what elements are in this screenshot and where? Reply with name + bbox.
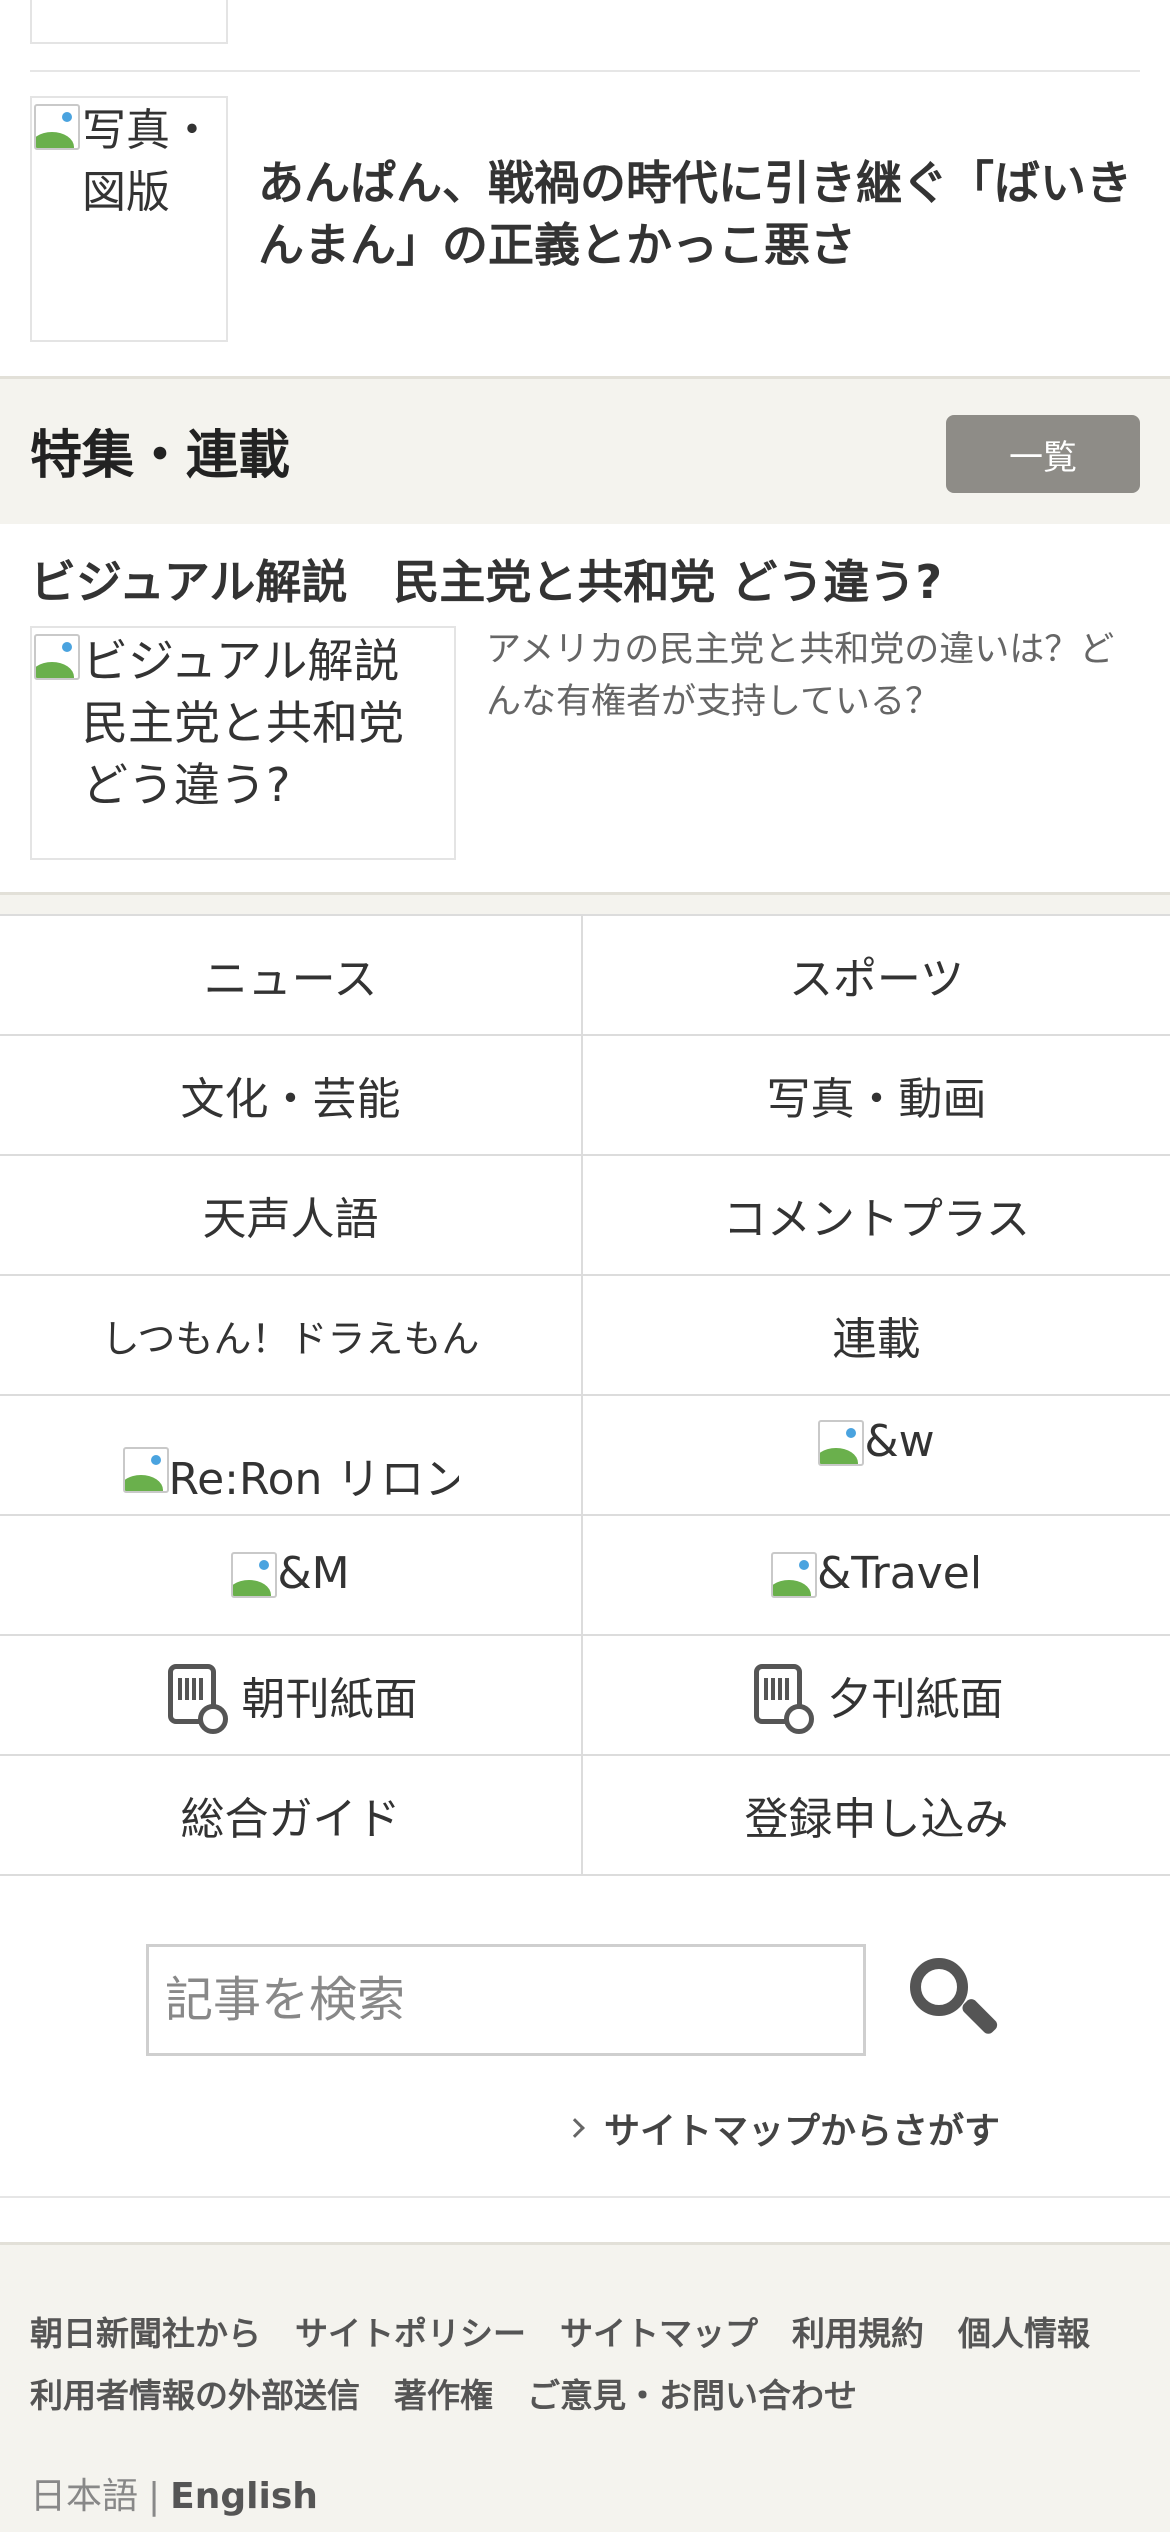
footer-links: 朝日新聞社から サイトポリシー サイトマップ 利用規約 個人情報利用者情報の外部送信 著作… bbox=[30, 2303, 1150, 2427]
search-icon[interactable] bbox=[908, 1956, 1000, 2044]
reron-logo-alt: Re:Ron リロン bbox=[168, 1454, 459, 1505]
article-thumbnail-alt: 写真・図版 bbox=[82, 105, 214, 218]
reron-logo: Re:Ron リロン bbox=[122, 1443, 459, 1507]
evening-paper-icon bbox=[750, 1662, 814, 1734]
footer-link-company[interactable]: 朝日新聞社から bbox=[30, 2314, 261, 2353]
broken-image-icon bbox=[34, 634, 80, 680]
and-w-logo: &w bbox=[818, 1415, 935, 1467]
sitemap-search-link[interactable]: サイトマップからさがす bbox=[565, 2102, 1001, 2154]
footer-link-sitemap[interactable]: サイトマップ bbox=[560, 2314, 758, 2353]
previous-article-thumbnail[interactable] bbox=[30, 0, 228, 44]
footer-link-copyright[interactable]: 著作権 bbox=[394, 2376, 493, 2415]
nav-comment-plus[interactable]: コメントプラス bbox=[583, 1156, 1170, 1276]
footer-link-terms[interactable]: 利用規約 bbox=[792, 2314, 924, 2353]
feature-section-header: 特集・連載 一覧 bbox=[0, 376, 1170, 524]
nav-reron[interactable]: Re:Ron リロン bbox=[0, 1396, 583, 1516]
nav-doraemon[interactable]: しつもん！ドラえもん bbox=[0, 1276, 583, 1396]
divider bbox=[30, 70, 1140, 72]
and-m-logo-alt: &M bbox=[277, 1547, 350, 1599]
section-separator bbox=[0, 892, 1170, 914]
broken-image-icon bbox=[34, 104, 80, 150]
nav-register[interactable]: 登録申し込み bbox=[583, 1756, 1170, 1876]
nav-evening-paper[interactable]: 夕刊紙面 bbox=[583, 1636, 1170, 1756]
nav-morning-paper-label: 朝刊紙面 bbox=[241, 1674, 418, 1725]
nav-news[interactable]: ニュース bbox=[0, 916, 583, 1036]
lang-separator: | bbox=[148, 2476, 161, 2517]
feature-list-button[interactable]: 一覧 bbox=[946, 415, 1140, 493]
category-nav-grid: ニュース スポーツ 文化・芸能 写真・動画 天声人語 コメントプラス しつもん！… bbox=[0, 914, 1170, 1876]
article-item[interactable]: 写真・図版 あんぱん、戦禍の時代に引き継ぐ「ばいきんまん」の正義とかっこ悪さ bbox=[30, 96, 1140, 342]
sitemap-search-label: サイトマップからさがす bbox=[604, 2111, 1001, 2152]
search-input[interactable] bbox=[146, 1944, 866, 2056]
nav-photo-video[interactable]: 写真・動画 bbox=[583, 1036, 1170, 1156]
footer-link-contact[interactable]: ご意見・お問い合わせ bbox=[527, 2376, 857, 2415]
footer-link-privacy[interactable]: 個人情報 bbox=[958, 2314, 1090, 2353]
nav-tensei-jingo[interactable]: 天声人語 bbox=[0, 1156, 583, 1276]
and-w-logo-alt: &w bbox=[864, 1415, 935, 1467]
chevron-right-icon bbox=[565, 2118, 585, 2138]
feature-item[interactable]: ビジュアル解説 民主党と共和党 どう違う? ビジュアル解説 民主党と共和党 どう… bbox=[0, 524, 1170, 896]
nav-and-travel[interactable]: &Travel bbox=[583, 1516, 1170, 1636]
article-title[interactable]: あんぱん、戦禍の時代に引き継ぐ「ばいきんまん」の正義とかっこ悪さ bbox=[258, 152, 1158, 276]
footer-link-site-policy[interactable]: サイトポリシー bbox=[295, 2314, 526, 2353]
article-thumbnail[interactable]: 写真・図版 bbox=[30, 96, 228, 342]
feature-title[interactable]: ビジュアル解説 民主党と共和党 どう違う? bbox=[30, 546, 942, 612]
lang-english[interactable]: English bbox=[170, 2476, 318, 2517]
nav-culture[interactable]: 文化・芸能 bbox=[0, 1036, 583, 1156]
nav-guide[interactable]: 総合ガイド bbox=[0, 1756, 583, 1876]
nav-and-m[interactable]: &M bbox=[0, 1516, 583, 1636]
broken-image-icon bbox=[770, 1551, 817, 1598]
feature-description: アメリカの民主党と共和党の違いは？どんな有権者が支持している？ bbox=[486, 630, 1115, 722]
nav-serial[interactable]: 連載 bbox=[583, 1276, 1170, 1396]
broken-image-icon bbox=[122, 1447, 169, 1493]
nav-evening-paper-label: 夕刊紙面 bbox=[827, 1674, 1004, 1725]
language-switcher: 日本語 | English bbox=[30, 2467, 318, 2519]
nav-morning-paper[interactable]: 朝刊紙面 bbox=[0, 1636, 583, 1756]
search-area: サイトマップからさがす bbox=[0, 1874, 1170, 2198]
nav-sports[interactable]: スポーツ bbox=[583, 916, 1170, 1036]
morning-paper-icon bbox=[164, 1662, 228, 1734]
broken-image-icon bbox=[231, 1551, 278, 1598]
feature-section-title: 特集・連載 bbox=[30, 426, 291, 486]
nav-and-w[interactable]: &w bbox=[583, 1396, 1170, 1516]
and-travel-logo-alt: &Travel bbox=[816, 1547, 983, 1599]
feature-thumbnail-alt: ビジュアル解説 民主党と共和党 どう違う? bbox=[82, 634, 446, 812]
broken-image-icon bbox=[818, 1419, 865, 1466]
and-m-logo: &M bbox=[231, 1547, 350, 1599]
footer-link-external-transmission[interactable]: 利用者情報の外部送信 bbox=[30, 2376, 360, 2415]
footer: 朝日新聞社から サイトポリシー サイトマップ 利用規約 個人情報利用者情報の外部送信 著作… bbox=[0, 2242, 1170, 2532]
and-travel-logo: &Travel bbox=[770, 1547, 983, 1599]
lang-japanese[interactable]: 日本語 bbox=[30, 2476, 138, 2517]
feature-thumbnail[interactable]: ビジュアル解説 民主党と共和党 どう違う? bbox=[30, 626, 456, 860]
